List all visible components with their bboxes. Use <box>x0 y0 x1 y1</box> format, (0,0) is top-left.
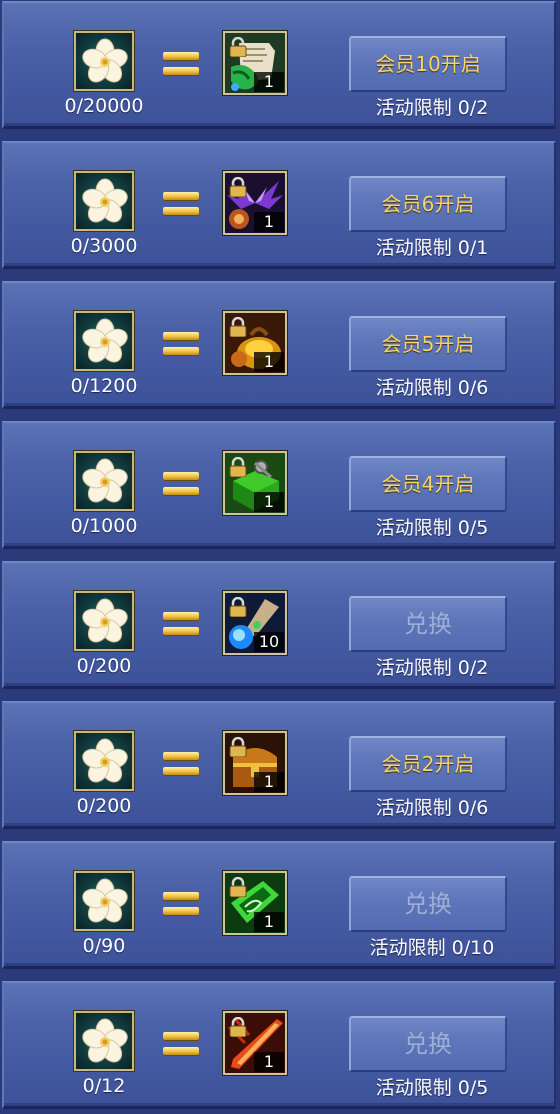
white-flower-icon <box>73 310 135 372</box>
exchange-button[interactable]: 兑换 <box>349 876 507 932</box>
item-quantity: 1 <box>254 772 284 792</box>
vip-unlock-button[interactable]: 会员6开启 <box>349 176 507 232</box>
lock-icon <box>229 877 247 897</box>
lock-icon <box>229 37 247 57</box>
vip-unlock-button[interactable]: 会员4开启 <box>349 456 507 512</box>
equals-icon <box>163 52 199 76</box>
item-quantity: 1 <box>254 352 284 372</box>
lock-icon <box>229 317 247 337</box>
activity-limit: 活动限制 0/6 <box>375 797 489 819</box>
exchange-row: 0/200 10 兑换 活动限制 0/2 <box>2 561 556 689</box>
exchange-row: 0/3000 1 会员6开启 活动限制 0/1 <box>2 141 556 269</box>
reward-item-slot[interactable]: 1 <box>222 870 288 936</box>
activity-limit: 活动限制 0/6 <box>375 377 489 399</box>
equals-icon <box>163 612 199 636</box>
white-flower-icon <box>73 730 135 792</box>
lock-icon <box>229 457 247 477</box>
cost-count: 0/200 <box>76 795 132 817</box>
cost-count: 0/1000 <box>70 515 138 537</box>
white-flower-icon <box>73 870 135 932</box>
white-flower-icon <box>73 1010 135 1072</box>
exchange-list: 0/20000 1 会员10开启 活动限制 0/2 0/3000 1 会员6开启… <box>0 0 560 1114</box>
exchange-row: 0/12 1 兑换 活动限制 0/5 <box>2 981 556 1109</box>
exchange-row: 0/1000 1 会员4开启 活动限制 0/5 <box>2 421 556 549</box>
activity-limit: 活动限制 0/10 <box>369 937 495 959</box>
vip-unlock-button[interactable]: 会员10开启 <box>349 36 507 92</box>
white-flower-icon <box>73 30 135 92</box>
equals-icon <box>163 1032 199 1056</box>
equals-icon <box>163 332 199 356</box>
vip-unlock-button[interactable]: 会员5开启 <box>349 316 507 372</box>
lock-icon <box>229 737 247 757</box>
activity-limit: 活动限制 0/5 <box>375 1077 489 1099</box>
reward-item-slot[interactable]: 1 <box>222 1010 288 1076</box>
lock-icon <box>229 597 247 617</box>
item-quantity: 1 <box>254 1052 284 1072</box>
equals-icon <box>163 752 199 776</box>
activity-limit: 活动限制 0/2 <box>375 97 489 119</box>
equals-icon <box>163 192 199 216</box>
exchange-row: 0/20000 1 会员10开启 活动限制 0/2 <box>2 1 556 129</box>
reward-item-slot[interactable]: 1 <box>222 30 288 96</box>
activity-limit: 活动限制 0/5 <box>375 517 489 539</box>
white-flower-icon <box>73 170 135 232</box>
white-flower-icon <box>73 590 135 652</box>
item-quantity: 10 <box>254 632 284 652</box>
exchange-row: 0/1200 1 会员5开启 活动限制 0/6 <box>2 281 556 409</box>
reward-item-slot[interactable]: 1 <box>222 450 288 516</box>
reward-item-slot[interactable]: 1 <box>222 310 288 376</box>
activity-limit: 活动限制 0/1 <box>375 237 489 259</box>
item-quantity: 1 <box>254 912 284 932</box>
cost-count: 0/90 <box>82 935 126 957</box>
reward-item-slot[interactable]: 1 <box>222 730 288 796</box>
cost-count: 0/200 <box>76 655 132 677</box>
reward-item-slot[interactable]: 10 <box>222 590 288 656</box>
item-quantity: 1 <box>254 72 284 92</box>
white-flower-icon <box>73 450 135 512</box>
equals-icon <box>163 472 199 496</box>
cost-count: 0/20000 <box>64 95 144 117</box>
equals-icon <box>163 892 199 916</box>
exchange-button[interactable]: 兑换 <box>349 596 507 652</box>
item-quantity: 1 <box>254 212 284 232</box>
item-quantity: 1 <box>254 492 284 512</box>
cost-count: 0/1200 <box>70 375 138 397</box>
lock-icon <box>229 177 247 197</box>
cost-count: 0/12 <box>82 1075 126 1097</box>
reward-item-slot[interactable]: 1 <box>222 170 288 236</box>
cost-count: 0/3000 <box>70 235 138 257</box>
exchange-row: 0/90 1 兑换 活动限制 0/10 <box>2 841 556 969</box>
lock-icon <box>229 1017 247 1037</box>
vip-unlock-button[interactable]: 会员2开启 <box>349 736 507 792</box>
exchange-row: 0/200 1 会员2开启 活动限制 0/6 <box>2 701 556 829</box>
exchange-button[interactable]: 兑换 <box>349 1016 507 1072</box>
activity-limit: 活动限制 0/2 <box>375 657 489 679</box>
